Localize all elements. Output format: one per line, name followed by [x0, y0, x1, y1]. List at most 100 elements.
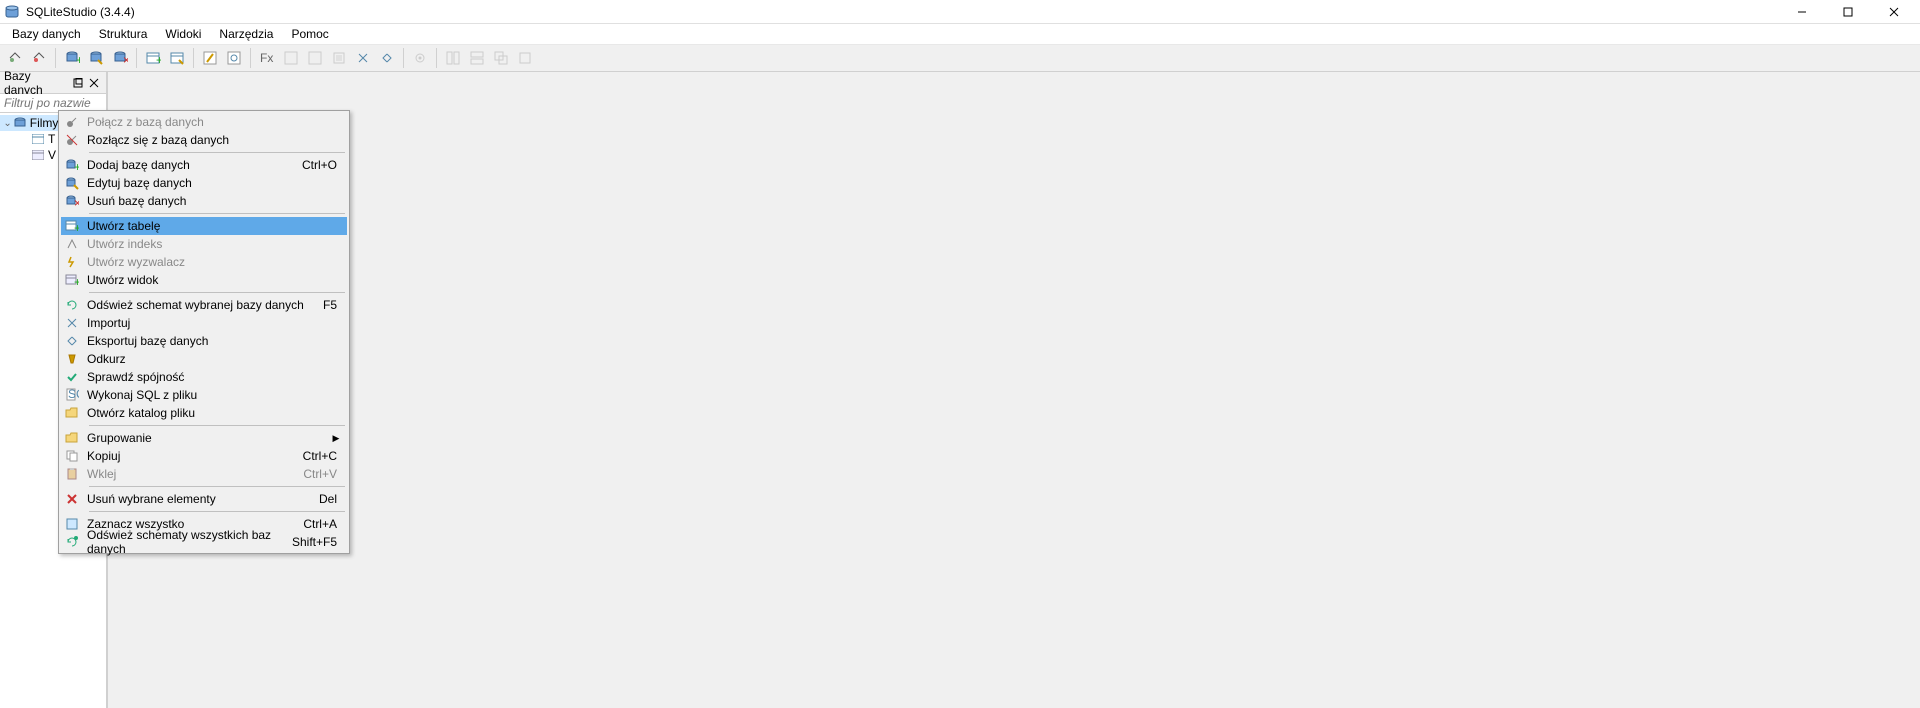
ctx-delete[interactable]: Usuń wybrane elementyDel [61, 490, 347, 508]
ctx-label: Edytuj bazę danych [83, 176, 341, 190]
svg-text:Fx: Fx [260, 51, 273, 65]
ctx-label: Dodaj bazę danych [83, 158, 302, 172]
window-title: SQLiteStudio (3.4.4) [26, 5, 1788, 19]
sql-file-icon: SQL [61, 386, 83, 404]
toolbar-separator [436, 48, 437, 68]
db-edit-icon [61, 174, 83, 192]
fx-icon[interactable]: Fx [256, 47, 278, 69]
ctx-disconnect[interactable]: Rozłącz się z bazą danych [61, 131, 347, 149]
context-menu-separator [89, 511, 345, 512]
connect-icon[interactable] [4, 47, 26, 69]
context-menu-separator [89, 152, 345, 153]
import-icon [61, 314, 83, 332]
add-db-icon[interactable]: + [61, 47, 83, 69]
ctx-trigger-new: Utwórz wyzwalacz [61, 253, 347, 271]
restore-icon[interactable] [514, 47, 536, 69]
close-button[interactable] [1880, 2, 1908, 22]
integrity-icon [61, 368, 83, 386]
ctx-label: Utwórz widok [83, 273, 341, 287]
context-menu-separator [89, 425, 345, 426]
ctx-refresh-all[interactable]: Odśwież schematy wszystkich baz danychSh… [61, 533, 347, 551]
import-icon[interactable] [352, 47, 374, 69]
ctx-vacuum[interactable]: Odkurz [61, 350, 347, 368]
ctx-label: Usuń bazę danych [83, 194, 341, 208]
trigger-new-icon [61, 253, 83, 271]
maximize-button[interactable] [1834, 2, 1862, 22]
ctx-shortcut: Shift+F5 [292, 535, 341, 549]
ctx-db-add[interactable]: +Dodaj bazę danychCtrl+O [61, 156, 347, 174]
collation-icon[interactable] [280, 47, 302, 69]
export-icon[interactable] [376, 47, 398, 69]
ctx-label: Odśwież schemat wybranej bazy danych [83, 298, 323, 312]
panel-float-icon[interactable] [70, 75, 86, 91]
history-icon[interactable] [223, 47, 245, 69]
menu-bazy-danych[interactable]: Bazy danych [4, 25, 89, 43]
database-icon [13, 116, 28, 130]
edit-table-icon[interactable] [166, 47, 188, 69]
tree-collapse-icon[interactable]: ⌄ [2, 118, 13, 129]
toolbar-separator [403, 48, 404, 68]
panel-close-icon[interactable] [86, 75, 102, 91]
menu-pomoc[interactable]: Pomoc [283, 25, 336, 43]
connect-icon [61, 113, 83, 131]
svg-text:×: × [123, 53, 128, 66]
config-icon[interactable] [409, 47, 431, 69]
edit-db-icon[interactable] [85, 47, 107, 69]
ctx-table-new[interactable]: +Utwórz tabelę [61, 217, 347, 235]
ctx-integrity[interactable]: Sprawdź spójność [61, 368, 347, 386]
ctx-shortcut: F5 [323, 298, 341, 312]
menu-narzedzia[interactable]: Narzędzia [211, 25, 281, 43]
ctx-db-del[interactable]: ×Usuń bazę danych [61, 192, 347, 210]
ctx-index-new: Utwórz indeks [61, 235, 347, 253]
app-icon [4, 4, 20, 20]
select-all-icon [61, 515, 83, 533]
cascade-icon[interactable] [490, 47, 512, 69]
menu-widoki[interactable]: Widoki [157, 25, 209, 43]
view-new-icon: + [61, 271, 83, 289]
ctx-view-new[interactable]: +Utwórz widok [61, 271, 347, 289]
remove-db-icon[interactable]: × [109, 47, 131, 69]
tables-label: T [48, 132, 55, 146]
ctx-refresh-one[interactable]: Odśwież schemat wybranej bazy danychF5 [61, 296, 347, 314]
ctx-label: Utwórz indeks [83, 237, 341, 251]
ctx-folder[interactable]: Grupowanie▶ [61, 429, 347, 447]
ctx-sql-file[interactable]: SQLWykonaj SQL z pliku [61, 386, 347, 404]
disconnect-icon [61, 131, 83, 149]
ctx-label: Odśwież schematy wszystkich baz danych [83, 528, 292, 556]
copy-icon [61, 447, 83, 465]
ext-icon[interactable] [304, 47, 326, 69]
paste-icon [61, 465, 83, 483]
sql-editor-icon[interactable] [199, 47, 221, 69]
toolbar-separator [250, 48, 251, 68]
submenu-arrow-icon: ▶ [331, 433, 341, 444]
disconnect-icon[interactable] [28, 47, 50, 69]
panel-title: Bazy danych [4, 69, 70, 97]
tile-v-icon[interactable] [466, 47, 488, 69]
ctx-label: Eksportuj bazę danych [83, 334, 341, 348]
ctx-label: Grupowanie [83, 431, 331, 445]
ctx-label: Sprawdź spójność [83, 370, 341, 384]
folder-icon [61, 429, 83, 447]
menu-struktura[interactable]: Struktura [91, 25, 156, 43]
svg-text:+: + [74, 221, 79, 233]
module-icon[interactable] [328, 47, 350, 69]
ctx-shortcut: Del [319, 492, 341, 506]
ctx-label: Kopiuj [83, 449, 303, 463]
tile-h-icon[interactable] [442, 47, 464, 69]
titlebar: SQLiteStudio (3.4.4) [0, 0, 1920, 24]
toolbar-separator [55, 48, 56, 68]
ctx-import[interactable]: Importuj [61, 314, 347, 332]
svg-text:SQL: SQL [68, 388, 79, 401]
content-area [108, 72, 1920, 708]
ctx-db-edit[interactable]: Edytuj bazę danych [61, 174, 347, 192]
refresh-all-icon [61, 533, 83, 551]
context-menu-separator [89, 213, 345, 214]
new-table-icon[interactable]: + [142, 47, 164, 69]
minimize-button[interactable] [1788, 2, 1816, 22]
ctx-export[interactable]: Eksportuj bazę danych [61, 332, 347, 350]
ctx-folder[interactable]: Otwórz katalog pliku [61, 404, 347, 422]
toolbar-separator [136, 48, 137, 68]
ctx-label: Odkurz [83, 352, 341, 366]
ctx-copy[interactable]: KopiujCtrl+C [61, 447, 347, 465]
ctx-paste: WklejCtrl+V [61, 465, 347, 483]
